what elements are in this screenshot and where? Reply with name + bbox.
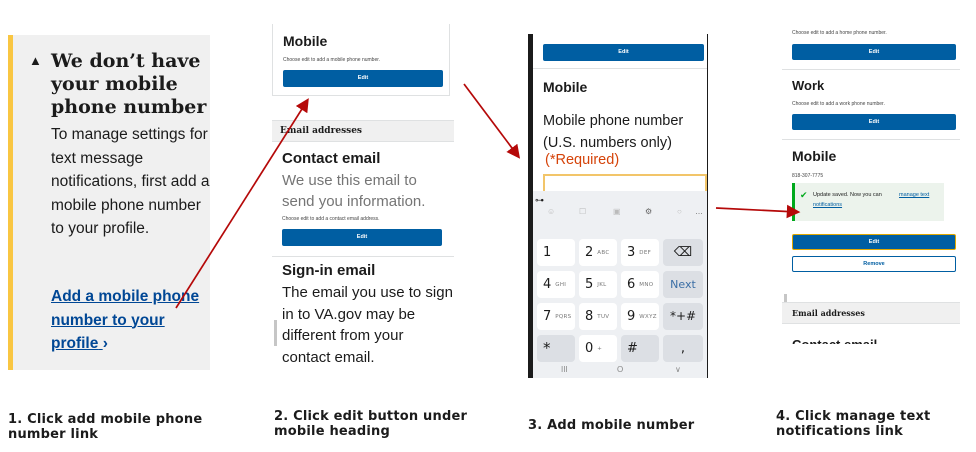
mobile-card: Mobile Choose edit to add a mobile phone… xyxy=(272,24,450,96)
key-8[interactable]: 8 TUV xyxy=(579,303,617,330)
mobile-heading: Mobile xyxy=(792,148,837,164)
hash-key[interactable]: # xyxy=(621,335,659,362)
scrollbar[interactable] xyxy=(274,320,277,346)
symbols-key[interactable]: *+# xyxy=(663,303,703,330)
mobile-edit-button[interactable]: Edit xyxy=(792,234,956,250)
divider xyxy=(782,139,960,140)
star-key[interactable]: * xyxy=(537,335,575,362)
next-key[interactable]: Next xyxy=(663,271,703,298)
key-3[interactable]: 3 DEF xyxy=(621,239,659,266)
contact-email-hint: Choose edit to add a contact email addre… xyxy=(282,216,380,222)
missing-mobile-alert: ▲ We don’t have your mobile phone number… xyxy=(8,35,210,370)
chevron-right-icon: › xyxy=(102,335,108,352)
keyboard-toolbar: ☺ ☐ ▣ ⚙ ○ … xyxy=(533,207,707,225)
settings-icon[interactable]: ⚙ xyxy=(645,207,652,216)
notifications-link[interactable]: notifications xyxy=(813,202,842,208)
update-saved-alert: ✔ Update saved. Now you can manage text … xyxy=(792,183,944,221)
alert-body: To manage settings for text message noti… xyxy=(51,126,210,237)
divider xyxy=(272,256,454,257)
email-section-header: Email addresses xyxy=(782,302,960,324)
key-icon: ⊶ xyxy=(535,195,544,205)
step-3-caption: 3. Add mobile number xyxy=(528,418,695,433)
recent-apps-icon[interactable]: III xyxy=(561,365,568,374)
work-hint: Choose edit to add a work phone number. xyxy=(792,101,885,107)
mobile-field-label: Mobile phone number (U.S. numbers only) xyxy=(543,113,684,151)
contact-email-edit-button[interactable]: Edit xyxy=(282,229,442,246)
phone-mobile-entry: Edit Mobile Mobile phone number (U.S. nu… xyxy=(528,34,708,378)
home-edit-button[interactable]: Edit xyxy=(792,44,956,60)
home-icon[interactable]: O xyxy=(617,365,623,374)
profile-mobile-section: Mobile Choose edit to add a mobile phone… xyxy=(272,24,454,374)
signin-email-heading: Sign-in email xyxy=(282,262,376,279)
more-icon[interactable]: … xyxy=(695,207,703,216)
email-section-header: Email addresses xyxy=(272,120,454,142)
required-text: (*Required) xyxy=(545,152,620,168)
home-hint: Choose edit to add a home phone number. xyxy=(792,30,887,36)
step-4-caption: 4. Click manage text notifications link xyxy=(776,409,931,439)
clipboard-icon[interactable]: ▣ xyxy=(613,207,621,216)
mobile-heading: Mobile xyxy=(283,33,328,49)
alert-heading: We don’t have your mobile phone number xyxy=(51,50,207,118)
manage-text-link[interactable]: manage text xyxy=(899,192,929,198)
comma-key[interactable]: , xyxy=(663,335,703,362)
check-icon: ✔ xyxy=(800,190,808,200)
arrow-2 xyxy=(463,83,521,159)
mobile-hint: Choose edit to add a mobile phone number… xyxy=(283,57,381,63)
divider xyxy=(782,69,960,70)
step-2-caption: 2. Click edit button under mobile headin… xyxy=(274,409,468,439)
key-5[interactable]: 5 JKL xyxy=(579,271,617,298)
warning-icon: ▲ xyxy=(29,53,42,68)
android-nav-bar: III O ∨ xyxy=(533,365,707,378)
work-edit-button[interactable]: Edit xyxy=(792,114,956,130)
contact-email-desc: We use this email to send you informatio… xyxy=(282,172,426,210)
top-edit-button[interactable]: Edit xyxy=(543,44,704,61)
contact-email-heading: Contact email xyxy=(792,335,877,344)
contact-email-heading: Contact email xyxy=(282,150,381,167)
key-1[interactable]: 1 xyxy=(537,239,575,266)
key-4[interactable]: 4 GHI xyxy=(537,271,575,298)
search-icon[interactable]: ○ xyxy=(677,207,682,216)
mobile-number: 818-307-7775 xyxy=(792,173,824,179)
key-2[interactable]: 2 ABC xyxy=(579,239,617,266)
key-0[interactable]: 0 + xyxy=(579,335,617,362)
key-7[interactable]: 7 PQRS xyxy=(537,303,575,330)
step-1-caption: 1. Click add mobile phone number link xyxy=(8,412,203,442)
backspace-key[interactable]: ⌫ xyxy=(663,239,703,266)
success-text: Update saved. Now you can xyxy=(813,192,882,198)
mobile-heading: Mobile xyxy=(543,79,588,95)
divider xyxy=(533,68,707,69)
remove-button[interactable]: Remove xyxy=(792,256,956,272)
backspace-icon: ⌫ xyxy=(673,245,693,260)
signin-email-desc: The email you use to sign in to VA.gov m… xyxy=(282,284,453,366)
sticker-icon[interactable]: ☐ xyxy=(579,207,586,216)
numeric-keyboard: ⊶ ☺ ☐ ▣ ⚙ ○ … 1 2 ABC 3 DEF ⌫ 4 GHI 5 JKL 6M… xyxy=(533,191,707,378)
key-9[interactable]: 9 WXYZ xyxy=(621,303,659,330)
mobile-edit-button[interactable]: Edit xyxy=(283,70,443,87)
work-heading: Work xyxy=(792,78,825,93)
profile-mobile-saved: Choose edit to add a home phone number. … xyxy=(782,22,960,352)
back-icon[interactable]: ∨ xyxy=(675,365,681,374)
key-6[interactable]: 6 MNO xyxy=(621,271,659,298)
add-mobile-number-link[interactable]: Add a mobile phone number to your profil… xyxy=(51,285,210,356)
emoji-icon[interactable]: ☺ xyxy=(547,207,555,216)
